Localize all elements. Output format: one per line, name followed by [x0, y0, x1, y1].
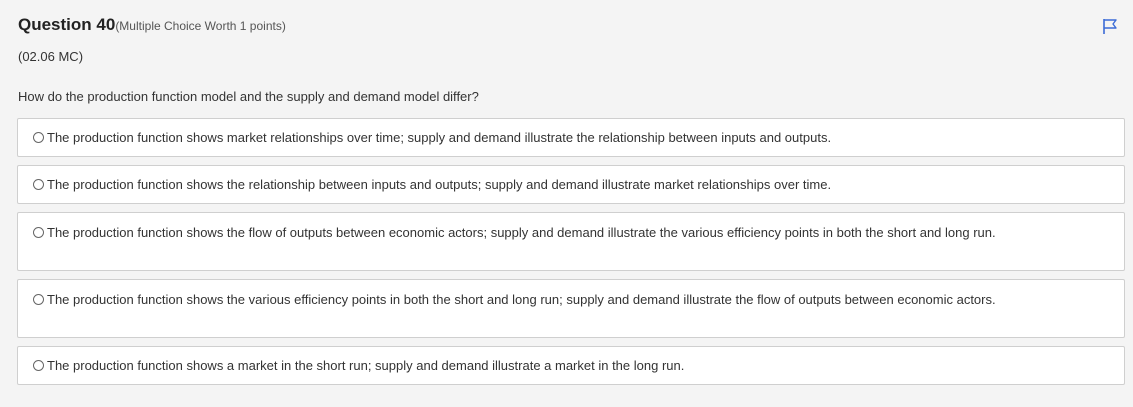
radio-icon[interactable] [33, 132, 44, 143]
answer-option-label: The production function shows market rel… [47, 130, 832, 145]
answer-option-4[interactable]: The production function shows the variou… [17, 279, 1125, 338]
radio-icon[interactable] [33, 227, 44, 238]
flag-icon[interactable] [1102, 18, 1118, 35]
radio-icon[interactable] [33, 360, 44, 371]
question-header: Question 40(Multiple Choice Worth 1 poin… [18, 15, 1126, 39]
answer-option-1[interactable]: The production function shows market rel… [17, 118, 1125, 157]
answer-option-label: The production function shows a market i… [47, 358, 685, 373]
answer-option-label: The production function shows the relati… [47, 177, 832, 192]
question-worth: (Multiple Choice Worth 1 points) [115, 19, 286, 33]
answer-option-label: The production function shows the variou… [47, 292, 996, 307]
question-panel: Question 40(Multiple Choice Worth 1 poin… [0, 0, 1133, 407]
answer-option-5[interactable]: The production function shows a market i… [17, 346, 1125, 385]
radio-icon[interactable] [33, 179, 44, 190]
question-title: Question 40 [18, 15, 116, 34]
answer-option-label: The production function shows the flow o… [47, 225, 996, 240]
answer-option-3[interactable]: The production function shows the flow o… [17, 212, 1125, 271]
radio-icon[interactable] [33, 294, 44, 305]
answer-options: The production function shows market rel… [17, 118, 1125, 385]
answer-option-2[interactable]: The production function shows the relati… [17, 165, 1125, 204]
question-code: (02.06 MC) [18, 49, 84, 64]
question-prompt: How do the production function model and… [18, 89, 479, 104]
